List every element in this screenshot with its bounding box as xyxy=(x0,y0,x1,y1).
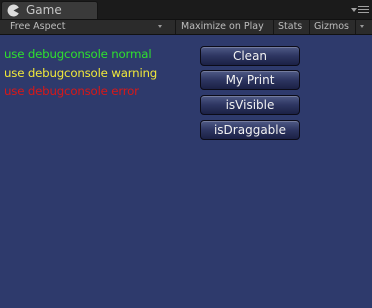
divider xyxy=(273,20,274,34)
maximize-on-play-label: Maximize on Play xyxy=(181,21,264,32)
log-error: use debugconsole error xyxy=(4,84,139,98)
stats-toggle[interactable]: Stats xyxy=(278,20,302,34)
chevron-down-icon xyxy=(360,25,364,28)
game-view[interactable]: use debugconsole normal use debugconsole… xyxy=(0,35,372,308)
log-warning: use debugconsole warning xyxy=(4,66,158,80)
is-visible-button[interactable]: isVisible xyxy=(200,95,300,115)
is-draggable-button[interactable]: isDraggable xyxy=(200,120,300,140)
tab-label: Game xyxy=(26,3,62,17)
pacman-icon xyxy=(7,4,20,17)
tab-game[interactable]: Game xyxy=(1,1,98,19)
chevron-down-icon xyxy=(158,25,162,28)
tab-bar: Game xyxy=(0,0,372,19)
clean-button[interactable]: Clean xyxy=(200,46,300,66)
divider xyxy=(355,20,356,34)
divider xyxy=(309,20,310,34)
tab-options-menu-icon[interactable] xyxy=(351,6,369,15)
stats-label: Stats xyxy=(278,21,303,32)
gizmos-label: Gizmos xyxy=(314,21,350,32)
aspect-label: Free Aspect xyxy=(10,21,66,32)
maximize-on-play-toggle[interactable]: Maximize on Play xyxy=(181,20,264,34)
my-print-button[interactable]: My Print xyxy=(200,70,300,90)
game-toolbar: Free Aspect Maximize on Play Stats Gizmo… xyxy=(0,19,372,35)
divider xyxy=(175,20,176,34)
aspect-dropdown[interactable]: Free Aspect xyxy=(10,20,65,34)
gizmos-dropdown[interactable]: Gizmos xyxy=(314,20,349,34)
log-normal: use debugconsole normal xyxy=(4,47,152,61)
